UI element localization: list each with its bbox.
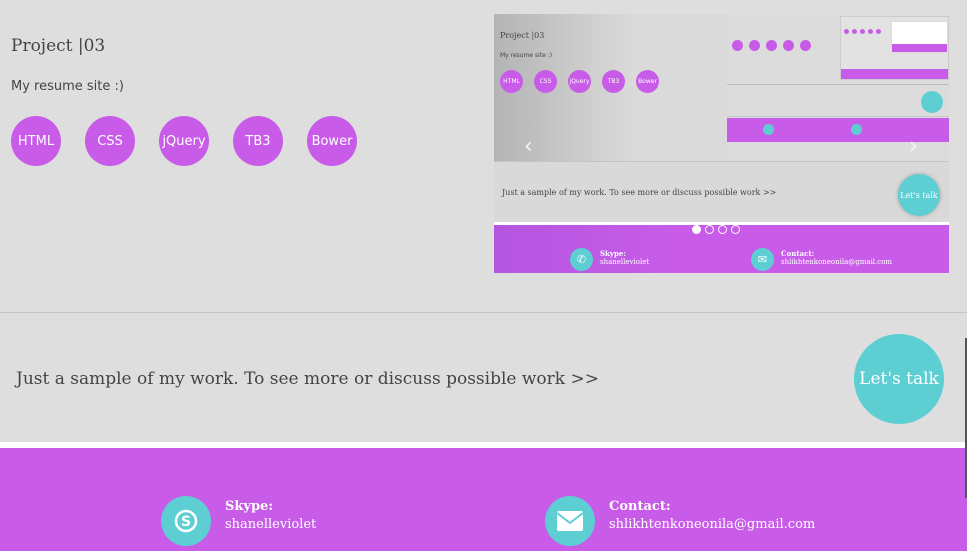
carousel-prev-icon[interactable]: ‹ [524, 134, 533, 159]
preview-tag: CSS [534, 70, 557, 93]
preview-mail-icon: ✉ [751, 248, 774, 271]
contact-label: Contact: [609, 499, 671, 514]
preview-tags: HTML CSS jQuery TB3 Bower [500, 70, 659, 93]
tag-jquery: jQuery [159, 116, 209, 166]
tag-html: HTML [11, 116, 61, 166]
project-title: Project |03 [11, 36, 106, 56]
mail-icon[interactable] [545, 496, 595, 546]
carousel-indicator-1[interactable] [692, 225, 701, 234]
carousel-next-icon[interactable]: › [909, 134, 918, 159]
preview-skype-value: shanelleviolet [600, 258, 650, 266]
preview-subtitle: My resume site :) [500, 52, 553, 59]
preview-divider [494, 161, 949, 162]
contact-email[interactable]: shlikhtenkoneonila@gmail.com [609, 517, 815, 532]
preview-skype-icon: ✆ [570, 248, 593, 271]
nested-preview-sample [727, 86, 949, 117]
footer [0, 448, 967, 551]
nested-preview-thumbnail [840, 16, 949, 80]
skype-icon[interactable]: S [161, 496, 211, 546]
carousel-indicators[interactable] [692, 225, 740, 234]
skype-value[interactable]: shanelleviolet [225, 517, 316, 532]
carousel-indicator-3[interactable] [718, 225, 727, 234]
tag-tb3: TB3 [233, 116, 283, 166]
preview-tag: HTML [500, 70, 523, 93]
carousel-indicator-2[interactable] [705, 225, 714, 234]
nested-preview-dots [732, 40, 811, 51]
section-divider [0, 312, 967, 313]
preview-skype-label: Skype: [600, 249, 626, 258]
preview-talk-button: Let's talk [898, 174, 940, 216]
tag-css: CSS [85, 116, 135, 166]
preview-contact-label: Contact: [781, 249, 815, 258]
project-carousel[interactable]: Project |03 My resume site :) HTML CSS j… [494, 14, 949, 273]
preview-contact-value: shlikhtenkoneonila@gmail.com [781, 258, 893, 266]
preview-tag: Bower [636, 70, 659, 93]
preview-tag: TB3 [602, 70, 625, 93]
lets-talk-button[interactable]: Let's talk [854, 334, 944, 424]
project-subtitle: My resume site :) [11, 79, 124, 94]
svg-text:S: S [181, 514, 191, 530]
sample-text[interactable]: Just a sample of my work. To see more or… [16, 369, 599, 389]
preview-sample-text: Just a sample of my work. To see more or… [502, 188, 777, 197]
nested-preview-top [727, 14, 949, 85]
carousel-indicator-4[interactable] [731, 225, 740, 234]
skype-label: Skype: [225, 499, 274, 514]
tech-tags: HTML CSS jQuery TB3 Bower [11, 116, 357, 166]
preview-tag: jQuery [568, 70, 591, 93]
preview-title: Project |03 [500, 31, 545, 40]
tag-bower: Bower [307, 116, 357, 166]
